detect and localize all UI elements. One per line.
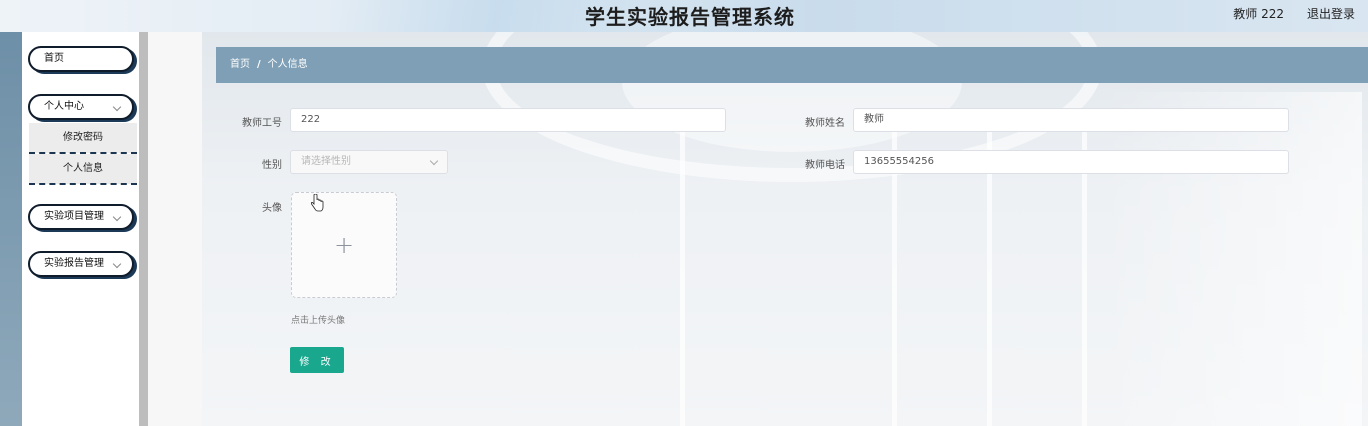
background-decoration: [892, 132, 897, 426]
sidebar-subitem-label: 个人信息: [63, 163, 103, 174]
teacher-phone-field[interactable]: 13655554256: [853, 150, 1289, 174]
chevron-down-icon: [429, 156, 439, 166]
chevron-down-icon: [112, 259, 122, 269]
sidebar-subitem-change-password[interactable]: 修改密码: [29, 123, 137, 153]
hand-cursor-icon: [310, 194, 324, 212]
chevron-down-icon: [112, 102, 122, 112]
sidebar-edge-strip: [0, 32, 22, 426]
avatar-upload-tip: 点击上传头像: [291, 316, 346, 326]
sidebar-item-personal-center[interactable]: 个人中心: [28, 94, 134, 120]
sidebar-item-label: 实验报告管理: [44, 258, 104, 269]
teacher-id-field[interactable]: 222: [290, 108, 726, 132]
sidebar: 首页 个人中心 修改密码 个人信息 实验项目管理 实验报告管理: [22, 32, 139, 426]
background-decoration: [1102, 92, 1362, 426]
sidebar-item-experiment-reports[interactable]: 实验报告管理: [28, 251, 134, 277]
sidebar-scrollbar[interactable]: [139, 32, 148, 426]
breadcrumb: 首页 / 个人信息: [216, 47, 1368, 83]
sidebar-item-label: 首页: [44, 53, 64, 64]
teacher-name-field[interactable]: 教师: [853, 108, 1289, 132]
system-title: 学生实验报告管理系统: [585, 5, 795, 29]
sidebar-item-label: 个人中心: [44, 101, 84, 112]
teacher-id-label: 教师工号: [242, 118, 282, 129]
teacher-phone-label: 教师电话: [805, 160, 845, 171]
main-content: 首页 / 个人信息 教师工号 222 教师姓名 教师 性别 请选择性别 教师电话 1…: [202, 32, 1368, 426]
breadcrumb-home[interactable]: 首页: [230, 59, 250, 70]
avatar-label: 头像: [262, 203, 282, 214]
teacher-name-label: 教师姓名: [805, 118, 845, 129]
gender-select[interactable]: 请选择性别: [290, 150, 448, 174]
current-user-label: 教师 222: [1233, 7, 1284, 21]
sidebar-item-experiment-projects[interactable]: 实验项目管理: [28, 204, 134, 230]
chevron-down-icon: [112, 212, 122, 222]
plus-icon: +: [333, 231, 355, 259]
sidebar-item-home[interactable]: 首页: [28, 46, 134, 72]
breadcrumb-separator: /: [257, 59, 261, 70]
content-gutter: [148, 32, 202, 426]
top-header: 学生实验报告管理系统 教师 222 退出登录: [0, 0, 1368, 32]
sidebar-subitem-personal-info[interactable]: 个人信息: [29, 154, 137, 184]
submit-button[interactable]: 修 改: [290, 347, 344, 373]
background-decoration: [1082, 132, 1087, 426]
background-decoration: [680, 132, 685, 426]
sidebar-item-label: 实验项目管理: [44, 211, 104, 222]
sidebar-divider: [29, 183, 137, 185]
logout-link[interactable]: 退出登录: [1307, 5, 1355, 22]
breadcrumb-current: 个人信息: [267, 59, 308, 70]
gender-label: 性别: [262, 160, 282, 171]
gender-select-placeholder: 请选择性别: [301, 156, 351, 167]
sidebar-subitem-label: 修改密码: [63, 132, 103, 143]
background-decoration: [987, 132, 992, 426]
avatar-upload[interactable]: +: [291, 192, 397, 298]
